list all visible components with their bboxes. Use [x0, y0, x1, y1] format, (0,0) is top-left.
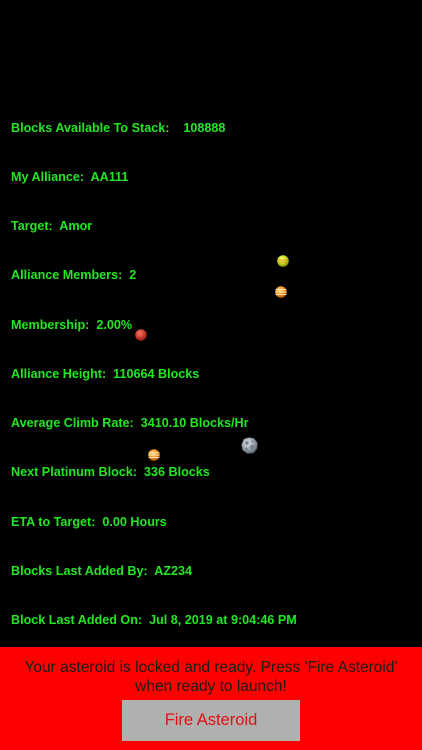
stat-membership: Membership: 2.00% — [11, 317, 133, 332]
stat-average-climb-rate: Average Climb Rate: 3410.10 Blocks/Hr — [11, 416, 249, 431]
planet-icon — [148, 448, 160, 461]
stat-my-alliance: My Alliance: AA111 — [11, 170, 129, 185]
stat-eta-to-target: ETA to Target: 0.00 Hours — [11, 514, 167, 529]
asteroid-icon[interactable] — [240, 436, 259, 455]
stat-next-platinum-block: Next Platinum Block: 336 Blocks — [11, 465, 210, 480]
stat-alliance-height: Alliance Height: 110664 Blocks — [11, 366, 200, 381]
status-message: Your asteroid is locked and ready. Press… — [24, 659, 398, 695]
planet-icon — [135, 328, 147, 341]
bottom-bar: Your asteroid is locked and ready. Press… — [0, 647, 422, 750]
stat-blocks-available: Blocks Available To Stack: 108888 — [11, 120, 226, 135]
stat-target: Target: Amor — [11, 219, 93, 234]
planet-icon — [277, 254, 289, 267]
game-area: Blocks Available To Stack: 108888 My All… — [0, 0, 422, 647]
stat-alliance-members: Alliance Members: 2 — [11, 268, 137, 283]
stat-block-last-added-on: Block Last Added On: Jul 8, 2019 at 9:04… — [11, 613, 297, 627]
stats-panel: Blocks Available To Stack: 108888 My All… — [11, 87, 297, 661]
fire-asteroid-button[interactable]: Fire Asteroid — [122, 700, 300, 741]
planet-icon — [275, 285, 287, 298]
stat-blocks-last-added-by: Blocks Last Added By: AZ234 — [11, 563, 193, 578]
